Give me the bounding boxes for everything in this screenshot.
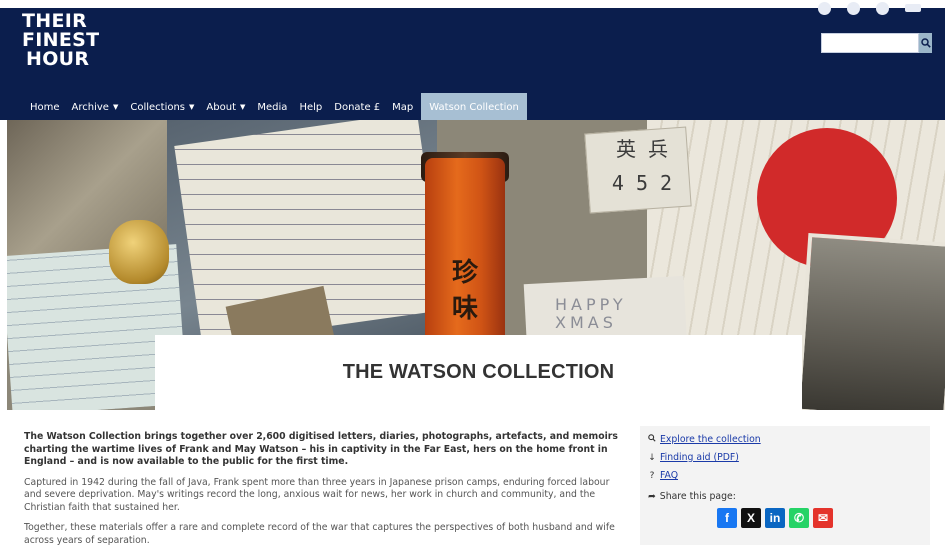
faq-link[interactable]: ? FAQ	[648, 470, 678, 481]
hero-xmas-card-text: HAPPY XMAS	[555, 295, 627, 332]
site-logo[interactable]: THEIR FINEST HOUR	[22, 12, 99, 69]
email-icon: ✉	[817, 511, 829, 525]
nav-media[interactable]: Media	[251, 93, 293, 121]
nav-map-label: Map	[392, 101, 414, 113]
menu-icon[interactable]	[905, 4, 921, 12]
page-title-box: THE WATSON COLLECTION	[155, 335, 802, 410]
share-label: ➦ Share this page:	[648, 491, 736, 502]
nav-home[interactable]: Home	[24, 93, 66, 121]
nav-donate[interactable]: Donate £	[328, 93, 386, 121]
collection-sidebar: Explore the collection ↓ Finding aid (PD…	[640, 426, 930, 545]
caret-down-icon: ▼	[189, 103, 195, 111]
explore-collection-link[interactable]: Explore the collection	[648, 434, 761, 445]
nav-archive-label: Archive	[71, 101, 109, 113]
hero-tin-label: 珍 味	[451, 258, 478, 324]
nav-about-label: About	[206, 101, 236, 113]
whatsapp-icon: ✆	[793, 511, 805, 525]
nav-watson-label: Watson Collection	[429, 101, 519, 113]
share-email-button[interactable]: ✉	[813, 508, 833, 528]
nav-home-label: Home	[30, 101, 60, 113]
question-icon: ?	[649, 470, 655, 481]
nav-collections-label: Collections	[130, 101, 186, 113]
logo-line-3: HOUR	[26, 48, 90, 70]
instagram-icon[interactable]	[876, 2, 889, 15]
share-facebook-button[interactable]: f	[717, 508, 737, 528]
facebook-icon[interactable]	[818, 2, 831, 15]
page-title: THE WATSON COLLECTION	[342, 361, 615, 383]
header-social-links	[818, 2, 921, 15]
hero-pow-tag-text: 英 兵 4 5 2	[611, 137, 673, 195]
share-x-button[interactable]: X	[741, 508, 761, 528]
download-arrow-icon: ↓	[648, 452, 656, 463]
linkedin-icon: in	[769, 511, 781, 525]
hero-raf-badge	[109, 220, 169, 284]
nav-archive[interactable]: Archive ▼	[66, 93, 125, 121]
site-search	[821, 33, 932, 53]
search-button[interactable]	[919, 33, 932, 53]
site-header: THEIR FINEST HOUR Home Archive ▼ Collecti…	[0, 2, 945, 121]
nav-watson-collection[interactable]: Watson Collection	[421, 93, 527, 121]
finding-aid-link[interactable]: ↓ Finding aid (PDF)	[648, 452, 739, 463]
caret-down-icon: ▼	[112, 103, 119, 111]
nav-help[interactable]: Help	[293, 93, 328, 121]
share-label-text: Share this page:	[659, 491, 736, 502]
x-icon: X	[746, 511, 755, 525]
body-paragraph: Together, these materials offer a rare a…	[24, 522, 615, 546]
share-icon: ➦	[648, 491, 656, 502]
faq-label: FAQ	[660, 470, 679, 481]
search-icon	[648, 434, 656, 445]
nav-about[interactable]: About ▼	[200, 93, 251, 121]
share-buttons: f Xin ✆ ✉	[717, 508, 833, 528]
lead-paragraph: The Watson Collection brings together ov…	[24, 431, 618, 467]
finding-aid-label: Finding aid (PDF)	[660, 452, 739, 463]
facebook-icon: f	[725, 511, 729, 525]
search-input[interactable]	[821, 33, 919, 53]
x-icon[interactable]	[847, 2, 860, 15]
nav-donate-label: Donate £	[334, 101, 381, 113]
explore-collection-label: Explore the collection	[660, 434, 761, 445]
share-linkedin-button[interactable]: in	[765, 508, 785, 528]
nav-map[interactable]: Map	[386, 93, 419, 121]
main-nav: Home Archive ▼ Collections ▼ About ▼ Media …	[24, 93, 527, 121]
body-paragraph: Captured in 1942 during the fall of Java…	[24, 476, 610, 513]
hero-man-portrait	[795, 232, 945, 410]
caret-down-icon: ▼	[240, 103, 246, 111]
nav-media-label: Media	[257, 101, 288, 113]
nav-collections[interactable]: Collections ▼	[124, 93, 200, 121]
share-whatsapp-button[interactable]: ✆	[789, 508, 809, 528]
nav-help-label: Help	[299, 101, 323, 113]
search-icon	[920, 38, 931, 48]
main-content: The Watson Collection brings together ov…	[24, 431, 624, 555]
